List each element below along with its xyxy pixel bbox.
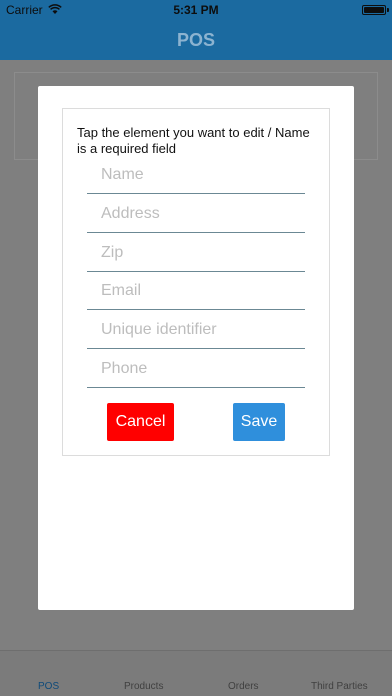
email-input[interactable] <box>101 280 297 302</box>
status-bar: Carrier 5:31 PM <box>0 0 392 20</box>
tab-pos[interactable]: POS <box>38 681 59 692</box>
tab-products[interactable]: Products <box>124 681 163 692</box>
name-field <box>87 158 305 194</box>
status-time: 5:31 PM <box>173 3 219 17</box>
phone-input[interactable] <box>101 358 297 380</box>
instruction-text: Tap the element you want to edit / Name … <box>77 125 310 156</box>
tab-bar: POS Products Orders Third Parties <box>0 650 392 696</box>
address-field <box>87 197 305 233</box>
unique-identifier-input[interactable] <box>101 319 297 341</box>
phone-field <box>87 352 305 388</box>
save-button[interactable]: Save <box>233 403 285 441</box>
edit-modal: Tap the element you want to edit / Name … <box>38 86 354 610</box>
edit-form: Tap the element you want to edit / Name … <box>62 108 330 456</box>
name-input[interactable] <box>101 164 297 186</box>
address-input[interactable] <box>101 203 297 225</box>
zip-input[interactable] <box>101 242 297 264</box>
email-field <box>87 274 305 310</box>
tab-orders[interactable]: Orders <box>228 681 259 692</box>
cancel-button[interactable]: Cancel <box>107 403 174 441</box>
tab-third-parties[interactable]: Third Parties <box>311 681 368 692</box>
page-title: POS <box>176 30 215 50</box>
nav-bar: POS <box>0 20 392 60</box>
battery-icon <box>362 5 389 15</box>
zip-field <box>87 236 305 272</box>
unique-identifier-field <box>87 313 305 349</box>
